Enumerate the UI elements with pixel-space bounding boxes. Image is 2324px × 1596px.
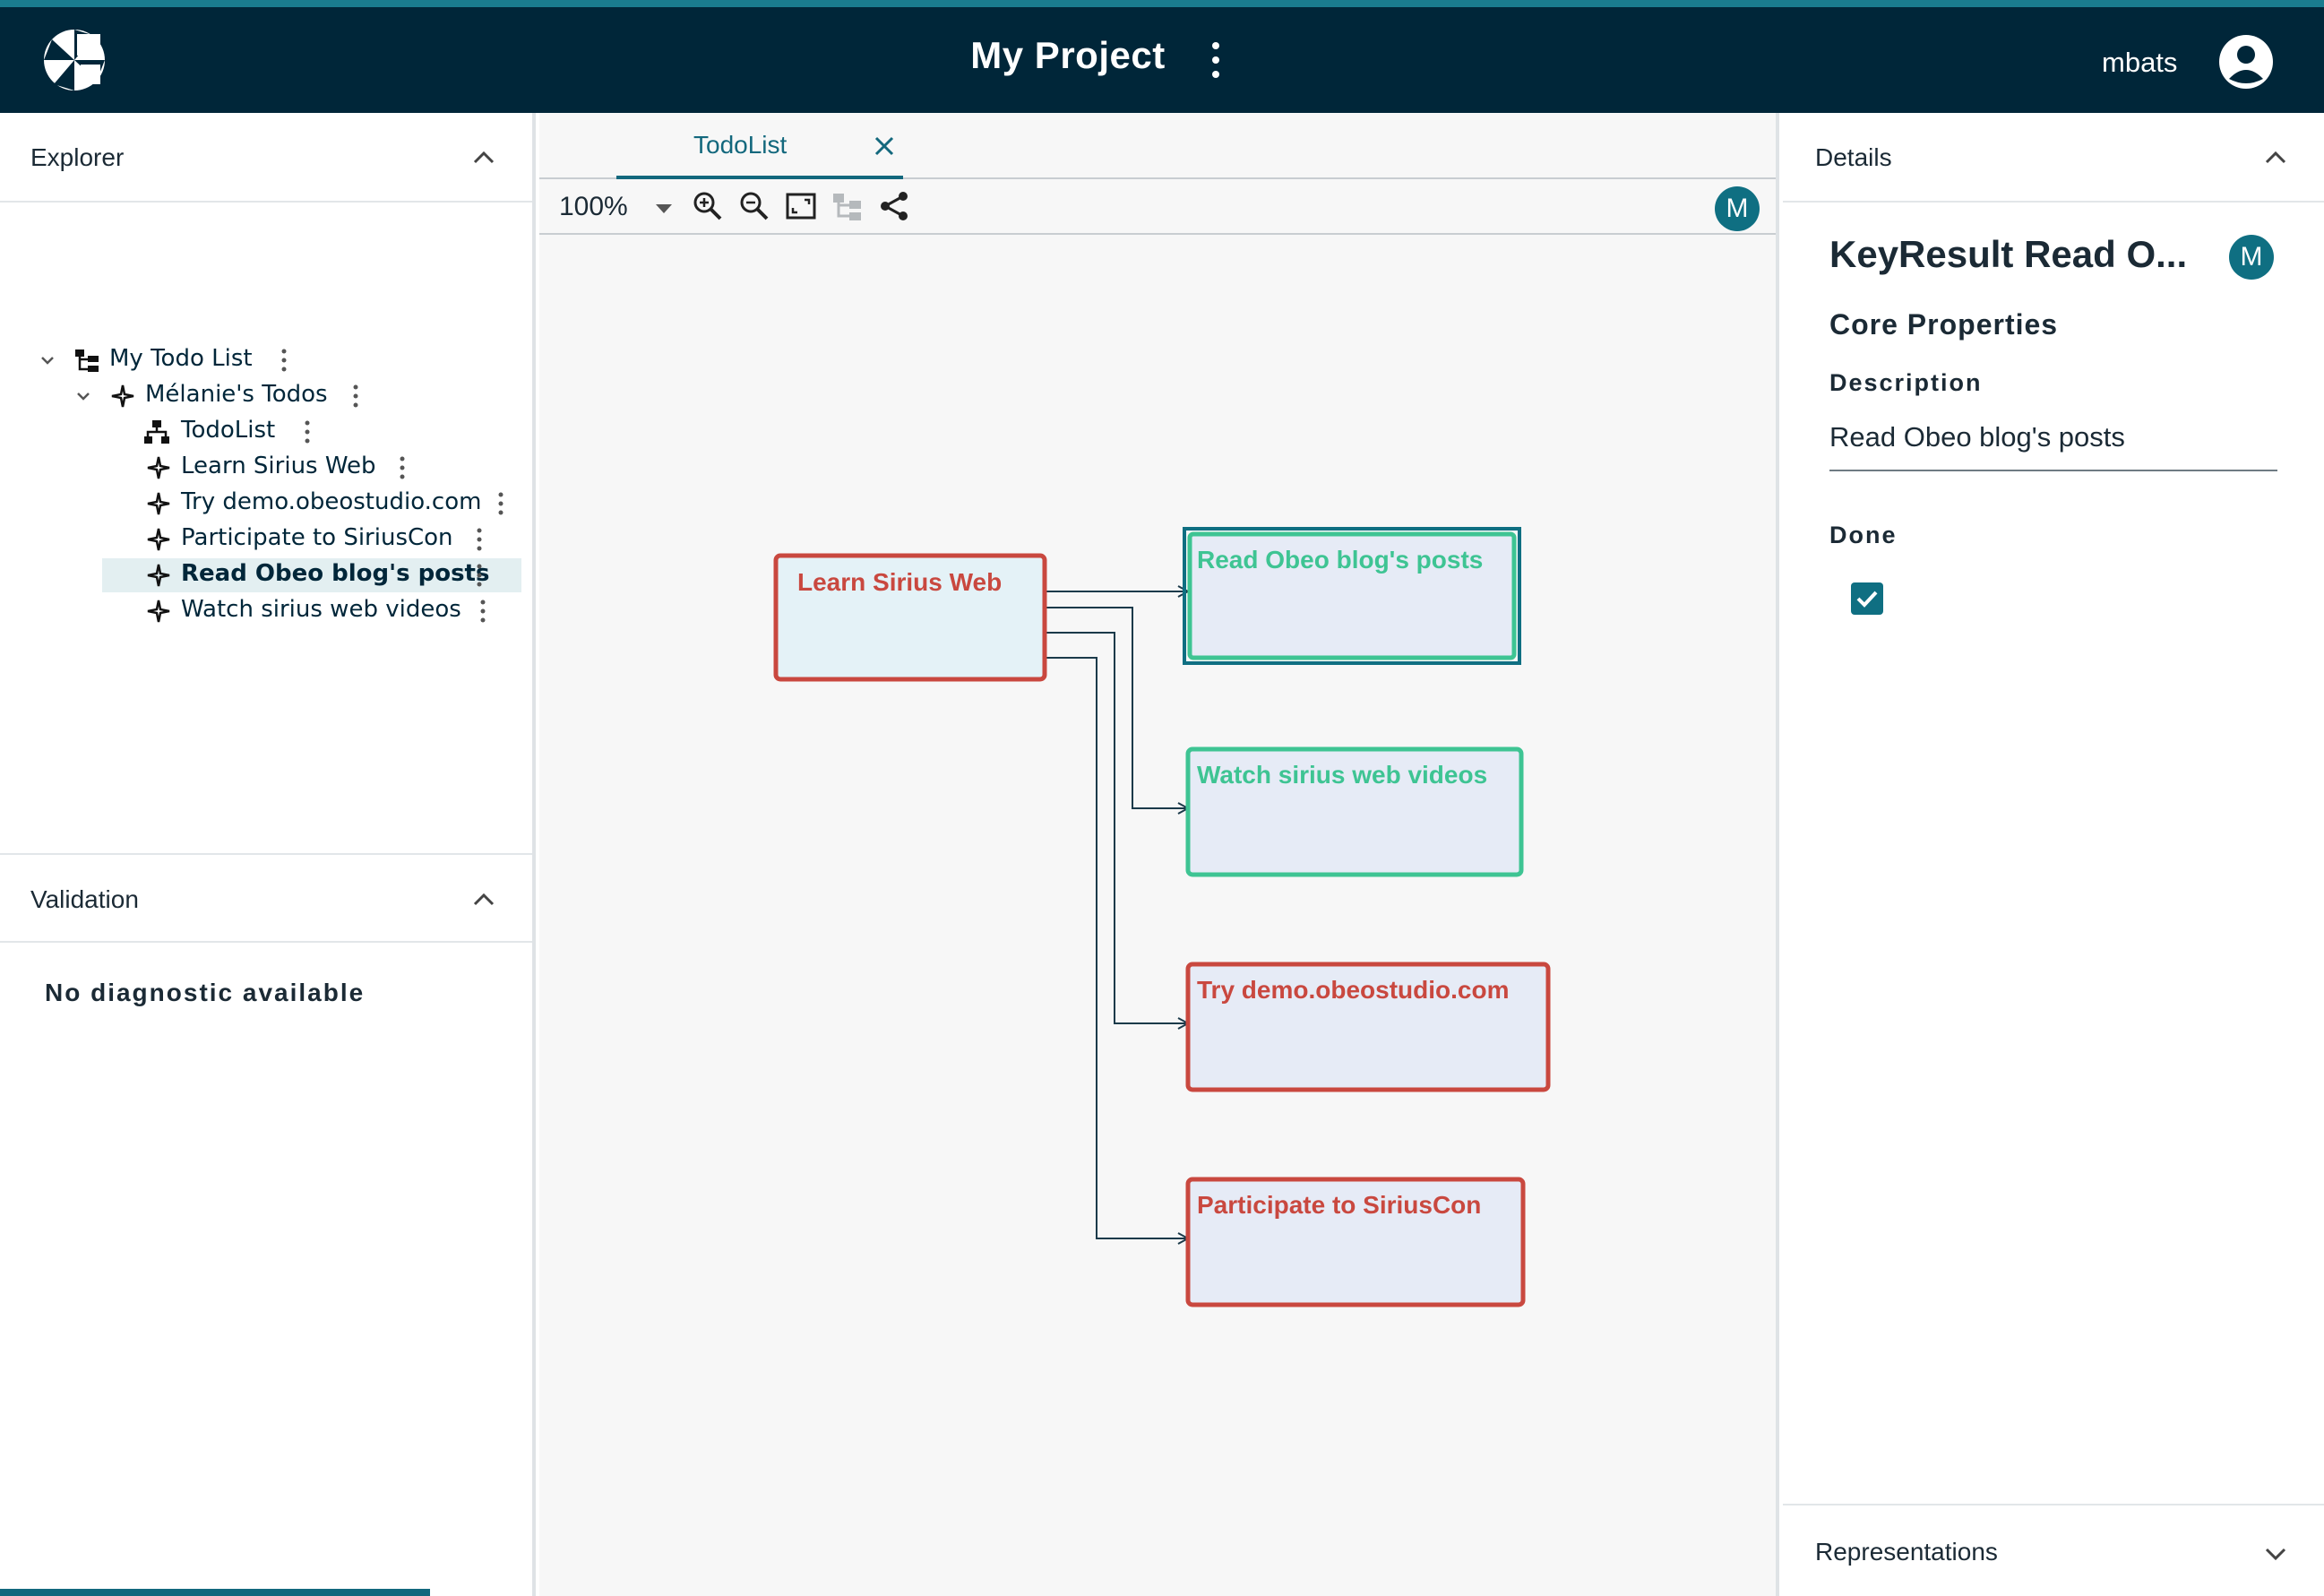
project-title: My Project bbox=[970, 34, 1166, 76]
tree-item-read-obeo-blog[interactable]: Read Obeo blog's posts bbox=[102, 558, 521, 592]
project-menu-icon[interactable] bbox=[1205, 39, 1227, 81]
sparkle-icon bbox=[147, 528, 170, 551]
section-title: Core Properties bbox=[1829, 308, 2059, 341]
more-icon[interactable] bbox=[475, 526, 484, 553]
left-panel: Explorer My Todo List Mélanie's Todos To… bbox=[0, 113, 536, 1596]
explorer-title: Explorer bbox=[30, 143, 125, 171]
tab-label: TodoList bbox=[693, 131, 788, 159]
description-field[interactable] bbox=[1829, 416, 2277, 471]
more-icon[interactable] bbox=[496, 490, 505, 517]
node-label: Watch sirius web videos bbox=[1197, 761, 1487, 789]
edge-learn-to-try[interactable] bbox=[1045, 632, 1188, 1023]
header-accent-line bbox=[0, 0, 2324, 7]
arrange-layout-icon[interactable] bbox=[831, 190, 864, 222]
sparkle-icon bbox=[147, 492, 170, 515]
validation-message: No diagnostic available bbox=[45, 979, 366, 1006]
tree-item-label: My Todo List bbox=[109, 345, 253, 372]
chevron-up-icon[interactable] bbox=[471, 887, 496, 912]
diagram-node[interactable]: Read Obeo blog's posts bbox=[1183, 527, 1521, 665]
share-icon[interactable] bbox=[878, 190, 910, 222]
chevron-up-icon[interactable] bbox=[471, 145, 496, 170]
caret-down-icon[interactable] bbox=[654, 203, 674, 215]
details-panel: Details KeyResult Read O... M Core Prope… bbox=[1783, 113, 2324, 1596]
tab-todolist[interactable]: TodoList bbox=[616, 113, 903, 179]
details-title: Details bbox=[1815, 143, 1892, 171]
chevron-up-icon[interactable] bbox=[2263, 145, 2288, 170]
validation-header[interactable]: Validation bbox=[0, 853, 532, 943]
node-label: Participate to SiriusCon bbox=[1197, 1191, 1481, 1219]
sparkle-icon bbox=[147, 456, 170, 479]
tree-item-todolist[interactable]: TodoList bbox=[99, 415, 331, 449]
sparkle-icon bbox=[147, 564, 170, 587]
fit-to-screen-icon[interactable] bbox=[785, 190, 817, 222]
tree-item-learn-sirius-web[interactable]: Learn Sirius Web bbox=[99, 451, 421, 485]
zoom-out-icon[interactable] bbox=[738, 190, 770, 222]
more-icon[interactable] bbox=[478, 598, 487, 625]
horizontal-scrollbar[interactable] bbox=[0, 1589, 430, 1596]
sparkle-icon bbox=[111, 384, 134, 408]
chevron-down-icon[interactable] bbox=[39, 352, 56, 368]
node-label: Read Obeo blog's posts bbox=[1197, 546, 1483, 574]
more-icon[interactable] bbox=[475, 562, 484, 589]
representations-header[interactable]: Representations bbox=[1783, 1504, 2324, 1596]
collaborator-avatar[interactable]: M bbox=[2229, 235, 2274, 280]
diagram-svg[interactable]: Learn Sirius Web Read Obeo blog's posts … bbox=[539, 235, 1779, 1596]
object-title: KeyResult Read O... bbox=[1829, 233, 2188, 275]
diagram-node[interactable]: Participate to SiriusCon bbox=[1185, 1177, 1526, 1307]
zoom-level-select[interactable]: 100% bbox=[559, 192, 628, 222]
sparkle-icon bbox=[147, 600, 170, 623]
collaborator-avatar[interactable]: M bbox=[1715, 186, 1760, 231]
node-label: Try demo.obeostudio.com bbox=[1197, 976, 1509, 1004]
more-icon[interactable] bbox=[280, 347, 288, 374]
username[interactable]: mbats bbox=[2102, 47, 2177, 79]
chevron-down-icon[interactable] bbox=[2263, 1541, 2288, 1566]
check-icon bbox=[1856, 591, 1878, 608]
tree-item-label: Try demo.obeostudio.com bbox=[181, 488, 482, 515]
more-icon[interactable] bbox=[398, 454, 407, 481]
chevron-down-icon[interactable] bbox=[75, 388, 91, 404]
tree-item-label: Participate to SiriusCon bbox=[181, 524, 453, 551]
representations-title: Representations bbox=[1815, 1538, 1998, 1566]
tree-item-try-demo[interactable]: Try demo.obeostudio.com bbox=[99, 487, 520, 521]
tree-item-label: TodoList bbox=[181, 417, 276, 444]
user-account-icon[interactable] bbox=[2218, 34, 2274, 90]
description-label: Description bbox=[1829, 369, 1983, 396]
tree-item-label: Mélanie's Todos bbox=[145, 381, 328, 408]
details-header[interactable]: Details bbox=[1783, 113, 2324, 203]
diagram-node[interactable]: Try demo.obeostudio.com bbox=[1185, 962, 1551, 1092]
tree-item-label: Read Obeo blog's posts bbox=[181, 560, 490, 587]
explorer-header[interactable]: Explorer bbox=[0, 113, 532, 203]
tree-item-my-todo-list[interactable]: My Todo List bbox=[27, 343, 314, 377]
node-label: Learn Sirius Web bbox=[797, 568, 1002, 596]
tree-item-participate-siriuscon[interactable]: Participate to SiriusCon bbox=[99, 522, 502, 556]
diagram-editor: TodoList 100% M Learn Sirius Web Read Ob… bbox=[539, 113, 1779, 1596]
tree-item-label: Watch sirius web videos bbox=[181, 596, 461, 623]
validation-title: Validation bbox=[30, 885, 139, 913]
diagram-canvas[interactable]: Learn Sirius Web Read Obeo blog's posts … bbox=[539, 235, 1776, 1596]
diagram-icon bbox=[144, 420, 169, 444]
edge-learn-to-participate[interactable] bbox=[1045, 657, 1188, 1238]
tree-item-label: Learn Sirius Web bbox=[181, 453, 376, 479]
done-label: Done bbox=[1829, 522, 1898, 548]
done-checkbox[interactable] bbox=[1851, 582, 1883, 615]
diagram-node[interactable]: Learn Sirius Web bbox=[773, 553, 1047, 682]
diagram-toolbar: 100% M bbox=[539, 179, 1776, 235]
editor-tabs: TodoList bbox=[539, 113, 1776, 179]
more-icon[interactable] bbox=[303, 418, 312, 445]
tree-item-watch-videos[interactable]: Watch sirius web videos bbox=[99, 594, 502, 628]
edge-learn-to-watch[interactable] bbox=[1045, 607, 1188, 808]
more-icon[interactable] bbox=[351, 383, 360, 410]
project-tree-icon bbox=[75, 349, 99, 372]
tree-item-melanies-todos[interactable]: Mélanie's Todos bbox=[27, 379, 367, 413]
app-header: My Project mbats bbox=[0, 7, 2324, 113]
diagram-node[interactable]: Watch sirius web videos bbox=[1185, 746, 1524, 877]
zoom-in-icon[interactable] bbox=[692, 190, 724, 222]
close-icon[interactable] bbox=[873, 134, 896, 158]
